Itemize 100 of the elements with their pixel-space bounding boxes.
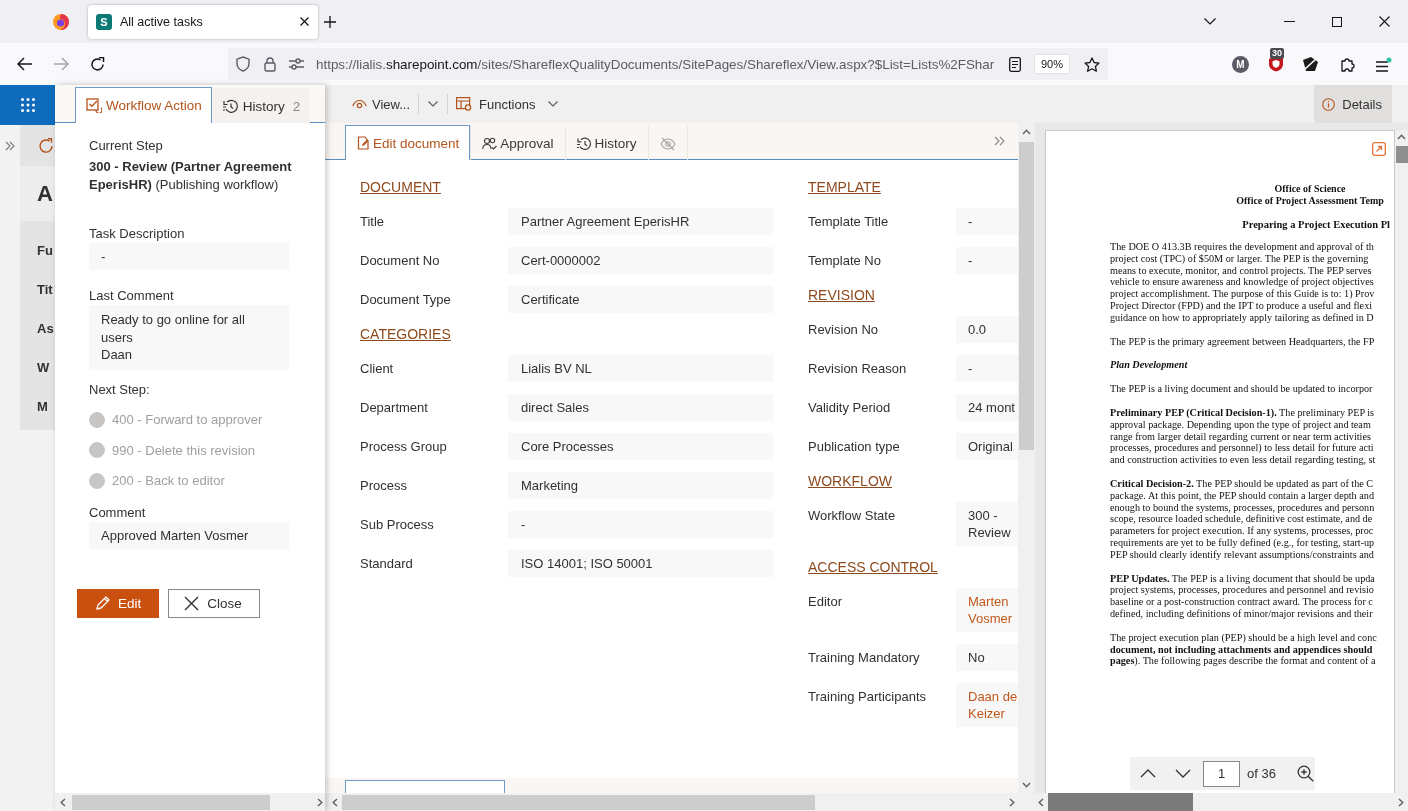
field-label: W — [37, 359, 50, 377]
menu-icon[interactable] — [1375, 56, 1392, 72]
address-bar[interactable]: https://lialis.sharepoint.com/sites/ShareflexQualityDocuments/SitePages/Shareflex/View.aspx?$List=Lists%2FShar 90% — [228, 48, 1108, 80]
lock-icon[interactable] — [264, 56, 276, 72]
document-paragraph: The DOE O 413.3B requires the development and approval of th project cost (TPC) of $50M or larger. The PEP is the governing means to execute, monitor, and control projects. The PEP serves vehicle to ensure awareness and knowledge of project objectives project accomplishment. The purpose of this Guide is to: 1) Prov Project Director (FPD) and the IPT to produce a useful and flexi guidance on how to appropriately apply tailoring as defined in D — [1110, 241, 1376, 324]
current-step-text: 300 - Review (Partner Agreement EperisHR) (Publishing workflow) — [89, 158, 293, 193]
tab[interactable]: Workflow Action — [75, 87, 212, 123]
extension-icon[interactable] — [1302, 56, 1319, 72]
chevron-down-icon[interactable] — [1204, 18, 1216, 25]
tab[interactable]: History — [564, 126, 648, 160]
chevron-right-icon[interactable] — [317, 797, 323, 807]
browser-tab[interactable]: S All active tasks — [88, 4, 318, 39]
tab-outline[interactable] — [345, 780, 505, 793]
document-paragraph: PEP Updates. The PEP is a living document that should be upda project systems, processes, procedures and personnel and revisio baseline or a post-construction contract award. The process for c defined, including definitions of minor/major revisions and their — [1110, 572, 1376, 620]
document-title: Preparing a Project Execution Pl — [1241, 219, 1390, 231]
field-label: Process — [360, 477, 408, 495]
document-paragraph: Critical Decision-2. The PEP should be updated as part of the C package. At this point, the PEP should contain a larger depth and enough to bound the systems, processes, procedures and personn scope, resource loaded schedule, definitive cost estimate, and de parameters for project execution. If any systems, processes, proc requirements are yet to be fully defined (e.g., for testing, start-up PEP should clearly identify relevant assumptions/constraints and — [1110, 477, 1376, 561]
document-title: Office of Science — [1273, 183, 1347, 195]
chevron-right-icon[interactable] — [1009, 797, 1015, 807]
section-heading: TEMPLATE — [808, 178, 881, 196]
chevron-up-icon[interactable] — [1022, 129, 1031, 135]
pencil-icon — [96, 596, 110, 611]
caret-down-icon — [548, 101, 559, 107]
shield-icon[interactable] — [236, 56, 250, 72]
zoom-level-button[interactable]: 90% — [1033, 54, 1070, 74]
field-value: - — [956, 208, 1018, 235]
scrollbar-thumb[interactable] — [72, 794, 270, 810]
double-chevron-icon[interactable] — [994, 136, 1006, 146]
plus-icon[interactable] — [324, 15, 336, 28]
document-paragraph: The PEP is the primary agreement between Headquarters, the FP — [1110, 335, 1376, 348]
field-value: Original — [956, 433, 1018, 460]
field-label: Workflow State — [808, 507, 897, 525]
tab[interactable]: Approval — [470, 126, 565, 160]
browser-logo-icon[interactable] — [53, 13, 69, 30]
field-label: As — [37, 320, 54, 338]
field-value: Lialis BV NL — [508, 355, 773, 382]
close-icon — [184, 595, 200, 611]
scrollbar-thumb[interactable] — [1019, 142, 1034, 450]
section-heading: ACCESS CONTROL — [808, 558, 938, 576]
account-avatar[interactable]: M — [1232, 55, 1249, 73]
info-icon — [1322, 97, 1336, 111]
chevron-down-icon[interactable] — [1175, 769, 1191, 778]
field-label: Last Comment — [89, 287, 175, 304]
reload-icon[interactable] — [90, 56, 105, 72]
close-icon[interactable] — [300, 17, 309, 26]
chevron-left-icon[interactable] — [60, 797, 66, 807]
open-external-icon[interactable] — [1372, 142, 1386, 156]
chevron-left-icon[interactable] — [332, 797, 338, 807]
section-heading: WORKFLOW — [808, 472, 892, 490]
horizontal-scrollbar[interactable] — [1035, 793, 1408, 811]
chevron-up-icon[interactable] — [1397, 134, 1406, 140]
field-label: Revision Reason — [808, 360, 908, 378]
field-value: Marketing — [508, 472, 773, 499]
close-button[interactable]: Close — [168, 588, 260, 618]
chevron-left-icon[interactable] — [1038, 797, 1044, 807]
field-value: - — [508, 511, 773, 538]
person-link[interactable]: Marten Vosmer — [968, 593, 1018, 627]
field-label: Editor — [808, 593, 843, 611]
field-value: Core Processes — [508, 433, 773, 460]
scrollbar-thumb[interactable] — [1395, 146, 1408, 163]
edit-button[interactable]: Edit — [77, 588, 160, 618]
details-button[interactable]: Details — [1314, 85, 1392, 123]
horizontal-scrollbar[interactable] — [325, 793, 1035, 811]
field-value: Cert-0000002 — [508, 247, 773, 274]
close-icon[interactable] — [1379, 16, 1390, 27]
functions-button[interactable]: Functions — [452, 90, 563, 118]
field-value: Certificate — [508, 286, 773, 313]
edit-document-icon — [357, 136, 370, 150]
view-button[interactable]: View... — [348, 90, 415, 118]
maximize-icon[interactable] — [1332, 16, 1342, 27]
zoom-in-icon[interactable] — [1296, 765, 1314, 782]
vertical-scrollbar[interactable] — [1395, 130, 1408, 793]
field-label: Client — [360, 360, 395, 378]
bookmark-star-icon[interactable] — [1084, 56, 1100, 72]
field-value: - — [956, 247, 1018, 274]
field-label: Validity Period — [808, 399, 892, 417]
field-label: Revision No — [808, 321, 880, 339]
tab[interactable]: History 2 — [211, 88, 311, 123]
scrollbar-thumb[interactable] — [342, 794, 815, 810]
permissions-icon[interactable] — [289, 58, 304, 70]
section-heading: REVISION — [808, 286, 875, 304]
comment-field[interactable]: Approved Marten Vosmer — [89, 521, 289, 549]
back-arrow-icon[interactable] — [17, 57, 33, 71]
app-launcher-button[interactable] — [0, 85, 55, 125]
field-value: Partner Agreement EperisHR — [508, 208, 773, 235]
tab[interactable]: Edit document — [345, 125, 471, 160]
chevron-right-icon[interactable] — [1398, 797, 1404, 807]
page-number-field[interactable]: 1 — [1203, 760, 1240, 787]
person-link[interactable]: Daan de Keizer — [968, 688, 1018, 722]
puzzle-icon[interactable] — [1340, 56, 1356, 72]
refresh-icon[interactable] — [38, 137, 54, 154]
horizontal-scrollbar[interactable] — [55, 793, 325, 811]
reader-view-icon[interactable] — [1008, 56, 1021, 72]
field-label: Standard — [360, 555, 414, 573]
double-chevron-icon[interactable] — [5, 140, 15, 151]
scrollbar-thumb[interactable] — [1048, 793, 1193, 811]
field-label: Comment — [89, 503, 147, 521]
field-value: Ready to go online for all users Daan — [89, 305, 289, 370]
chevron-up-icon[interactable] — [1140, 769, 1156, 778]
field-value: 0.0 — [956, 316, 1018, 343]
